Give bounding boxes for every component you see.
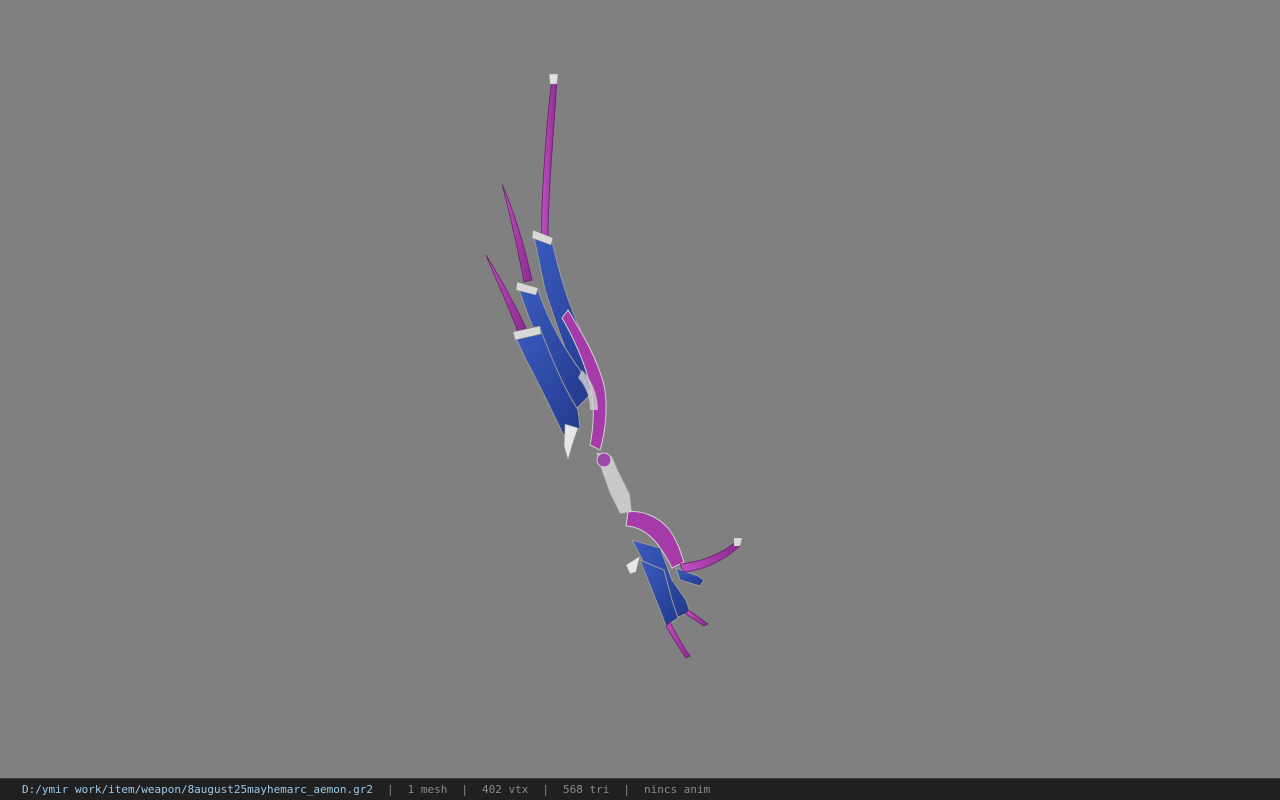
status-separator: | [461,783,468,796]
vertex-count-label: 402 vtx [482,783,529,796]
weapon-model-preview[interactable] [0,0,1280,778]
upper-ribbon-tip [541,73,559,237]
status-bar: D:/ymir work/item/weapon/8august25mayhem… [0,778,1280,800]
file-path-label: D:/ymir work/item/weapon/8august25mayhem… [22,783,373,796]
animation-status-label: nincs anim [643,783,711,796]
3d-viewport[interactable] [0,0,1280,778]
upper-fins [485,183,533,333]
status-separator: | [623,783,630,796]
weapon-grip [595,451,633,515]
mesh-count-label: 1 mesh [407,783,448,796]
status-separator: | [387,783,394,796]
triangle-count-label: 568 tri [562,783,610,796]
status-separator: | [542,783,549,796]
